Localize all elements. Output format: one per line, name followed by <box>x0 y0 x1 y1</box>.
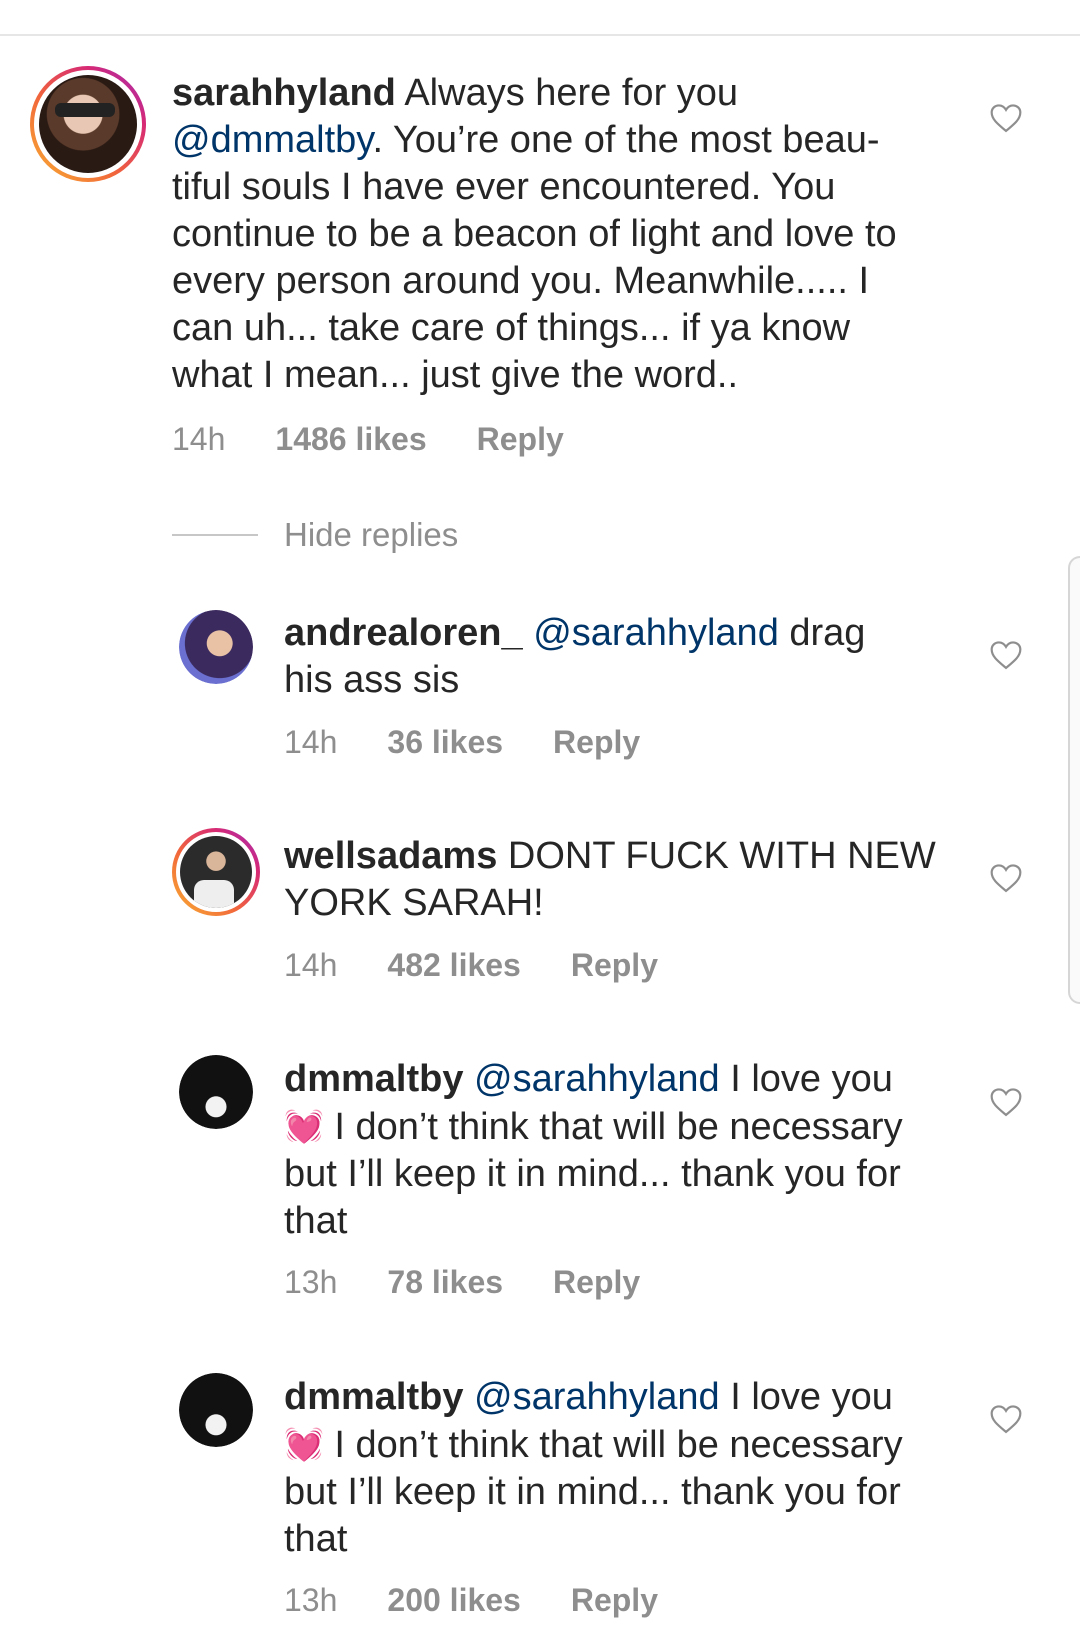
mention-link[interactable]: @dmmaltby <box>172 119 372 161</box>
heart-outline-icon[interactable] <box>989 863 1023 893</box>
comment-text: sarahhyland Always here for you @dmmaltb… <box>172 70 932 399</box>
heart-emoji: 💓 <box>284 1108 324 1144</box>
comment-text: dmmaltby @sarahhyland I love you 💓 I don… <box>284 1056 924 1245</box>
hide-replies-toggle[interactable]: Hide replies <box>172 516 772 558</box>
avatar[interactable] <box>30 66 146 182</box>
likes-count[interactable]: 78 likes <box>387 1264 503 1300</box>
comment-meta: 14h 36 likes Reply <box>284 724 690 761</box>
username[interactable]: wellsadams <box>284 835 497 877</box>
heart-outline-icon[interactable] <box>989 640 1023 670</box>
avatar[interactable] <box>179 1373 253 1447</box>
hide-replies-divider <box>172 534 258 536</box>
reply-button[interactable]: Reply <box>477 421 564 457</box>
timestamp: 14h <box>284 724 338 760</box>
likes-count[interactable]: 36 likes <box>387 724 503 760</box>
heart-outline-icon[interactable] <box>989 1404 1023 1434</box>
timestamp: 14h <box>172 421 226 457</box>
reply-button[interactable]: Reply <box>571 947 658 983</box>
comment-text-part: I love you <box>719 1058 893 1100</box>
comment-text-part: Always here for you <box>395 72 739 114</box>
mention-link[interactable]: @sarahhyland <box>474 1376 720 1418</box>
timestamp: 14h <box>284 947 338 983</box>
username[interactable]: dmmaltby <box>284 1058 463 1100</box>
username[interactable]: andrealoren_ <box>284 612 523 654</box>
comment-meta: 13h 78 likes Reply <box>284 1264 690 1301</box>
comment-meta: 14h 1486 likes Reply <box>172 421 614 458</box>
heart-outline-icon[interactable] <box>989 103 1023 133</box>
mention-link[interactable]: @sarahhyland <box>533 612 779 654</box>
comment-text: dmmaltby @sarahhyland I love you 💓 I don… <box>284 1374 924 1563</box>
comment-meta: 14h 482 likes Reply <box>284 947 708 984</box>
avatar[interactable] <box>179 1055 253 1129</box>
comment-meta: 13h 200 likes Reply <box>284 1582 708 1619</box>
comment-text: andrealoren_ @sarahhyland drag his ass s… <box>284 610 924 704</box>
avatar[interactable] <box>172 828 260 916</box>
timestamp: 13h <box>284 1582 338 1618</box>
heart-emoji: 💓 <box>284 1426 324 1462</box>
mention-link[interactable]: @sarahhyland <box>474 1058 720 1100</box>
avatar[interactable] <box>179 610 253 684</box>
reply-button[interactable]: Reply <box>553 724 640 760</box>
likes-count[interactable]: 482 likes <box>387 947 520 983</box>
top-divider <box>0 34 1080 36</box>
reply-button[interactable]: Reply <box>553 1264 640 1300</box>
reply-button[interactable]: Reply <box>571 1582 658 1618</box>
username[interactable]: dmmaltby <box>284 1376 463 1418</box>
comment-text: wellsadams DONT FUCK WITH NEW YORK SARAH… <box>284 833 944 927</box>
timestamp: 13h <box>284 1264 338 1300</box>
heart-outline-icon[interactable] <box>989 1087 1023 1117</box>
comment-text-part: I love you <box>719 1376 893 1418</box>
likes-count[interactable]: 200 likes <box>387 1582 520 1618</box>
likes-count[interactable]: 1486 likes <box>275 421 426 457</box>
comment-text-part: I don’t think that will be necessary but… <box>284 1424 903 1560</box>
comment-text-part: I don’t think that will be necessary but… <box>284 1106 903 1242</box>
hide-replies-label[interactable]: Hide replies <box>284 516 458 554</box>
username[interactable]: sarahhyland <box>172 72 396 114</box>
scrollbar[interactable] <box>1068 556 1080 1004</box>
